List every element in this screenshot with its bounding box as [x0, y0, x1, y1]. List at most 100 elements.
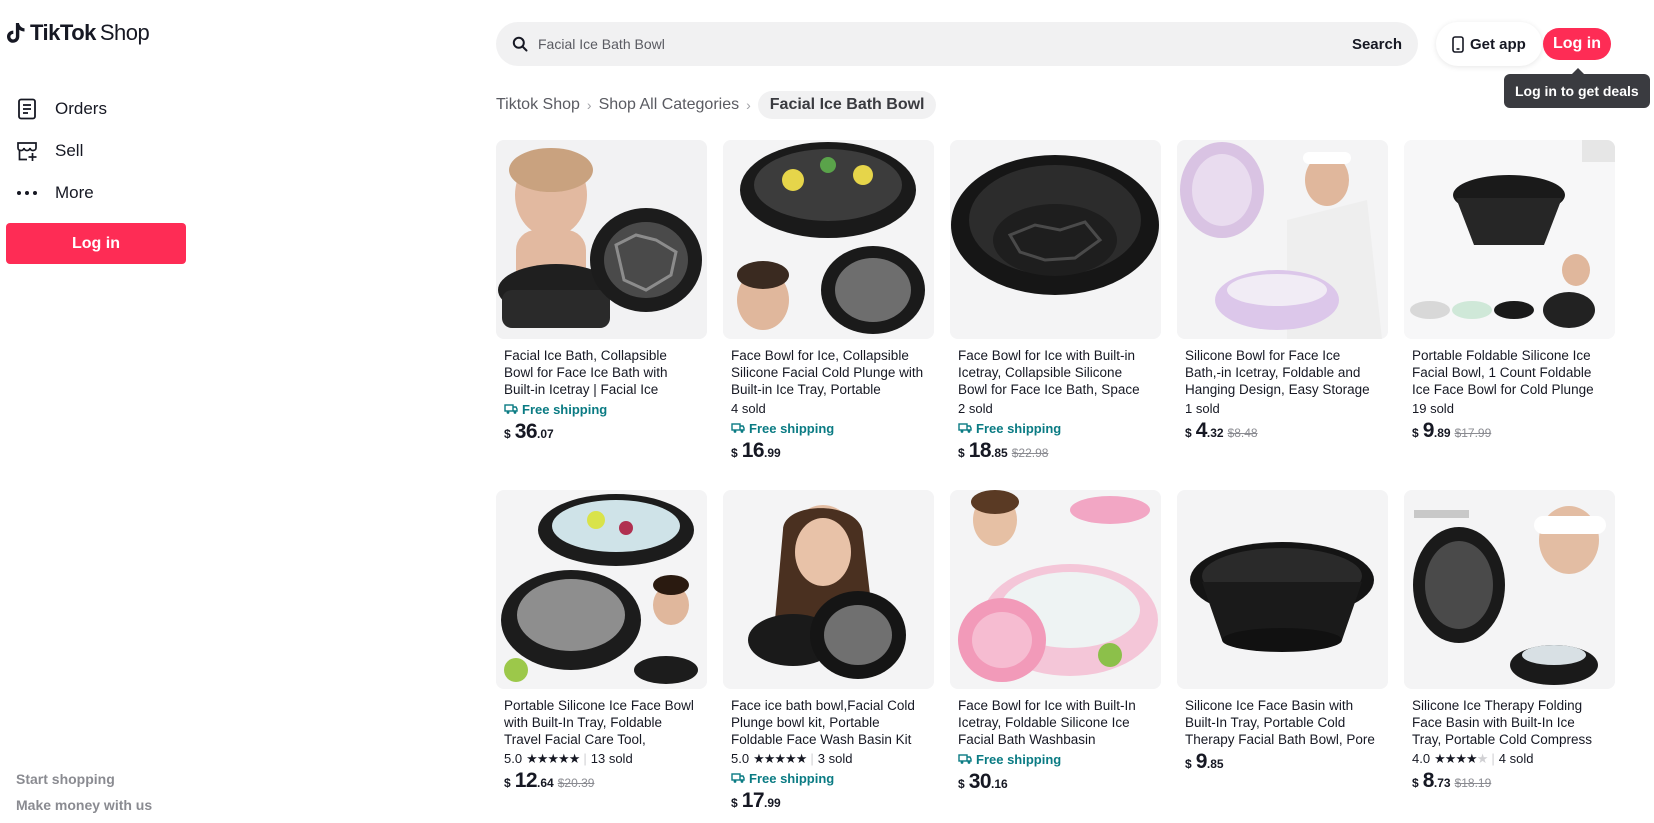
sold-label: 13 sold [590, 751, 633, 766]
currency-symbol: $ [1412, 426, 1419, 440]
price-whole: 16 [741, 439, 765, 462]
sold-label: 1 sold [1185, 401, 1220, 416]
original-price: $17.99 [1454, 426, 1492, 440]
rating-row: 5.0 ★★★★★ | 13 sold [504, 750, 699, 767]
breadcrumb-current: Facial Ice Bath Bowl [757, 91, 937, 119]
product-price: $36.07 [504, 420, 699, 444]
sidebar-item-label: Orders [55, 99, 107, 118]
breadcrumb-tiktok-shop[interactable]: Tiktok Shop [496, 96, 580, 114]
product-price: $9.89 $17.99 [1412, 419, 1607, 443]
chevron-right-icon: › [586, 97, 592, 113]
sold-label: 4 sold [731, 401, 766, 416]
sold-label: 3 sold [817, 751, 853, 766]
footer-link-start-shopping[interactable]: Start shopping [16, 766, 152, 792]
product-card[interactable]: Face Bowl for Ice with Built-In Icetray,… [950, 490, 1161, 794]
tiktok-logo-icon [7, 23, 25, 43]
product-card[interactable]: Silicone Bowl for Face Ice Bath,-in Icet… [1177, 140, 1388, 443]
search-input[interactable] [538, 36, 1352, 52]
product-image [1404, 490, 1615, 689]
divider: | [1491, 751, 1495, 766]
sold-label: 4 sold [1498, 751, 1534, 766]
original-price: $18.19 [1454, 776, 1492, 790]
search-button[interactable]: Search [1352, 36, 1402, 53]
price-cents: .99 [764, 446, 781, 460]
product-card[interactable]: Face Bowl for Ice with Built-in Icetray,… [950, 140, 1161, 463]
product-title: Face Bowl for Ice with Built-in Icetray,… [958, 348, 1140, 397]
sidebar-login-button[interactable]: Log in [6, 223, 186, 264]
product-card[interactable]: Face Bowl for Ice, Collapsible Silicone … [723, 140, 934, 463]
product-image [496, 140, 707, 339]
product-price: $30.16 [958, 770, 1153, 794]
header-login-button[interactable]: Log in [1543, 28, 1611, 60]
get-app-button[interactable]: Get app [1436, 22, 1542, 66]
product-card[interactable]: Silicone Ice Face Basin with Built-In Tr… [1177, 490, 1388, 774]
product-image [723, 140, 934, 339]
star-rating-icon: ★★★★★ [1434, 750, 1488, 766]
original-price: $22.98 [1011, 446, 1049, 460]
sidebar-footer: Start shopping Make money with us [16, 766, 152, 818]
price-whole: 9 [1195, 750, 1208, 773]
price-cents: .89 [1433, 426, 1451, 440]
product-title: Silicone Ice Therapy Folding Face Basin … [1412, 698, 1593, 747]
product-image [1404, 140, 1615, 339]
sidebar-item-sell[interactable]: Sell [16, 130, 107, 172]
price-cents: .73 [1433, 776, 1451, 790]
tiktok-shop-logo[interactable]: TikTok Shop [6, 20, 150, 46]
footer-link-make-money[interactable]: Make money with us [16, 792, 152, 818]
product-image [496, 490, 707, 689]
brand-suffix: Shop [99, 20, 150, 45]
product-title: Portable Silicone Ice Face Bowl with Bui… [504, 698, 694, 747]
price-cents: .99 [764, 796, 781, 810]
sidebar-item-more[interactable]: More [16, 172, 107, 214]
star-rating-icon: ★★★★★ [526, 750, 580, 766]
product-title: Portable Foldable Silicone Ice Facial Bo… [1412, 348, 1594, 397]
product-card[interactable]: Face ice bath bowl,Facial Cold Plunge bo… [723, 490, 934, 813]
price-whole: 17 [741, 789, 765, 812]
breadcrumb: Tiktok Shop › Shop All Categories › Faci… [496, 91, 937, 119]
price-whole: 30 [968, 770, 992, 793]
truck-icon [731, 773, 745, 783]
free-shipping-badge: Free shipping [958, 750, 1153, 768]
rating-row: 4.0 ★★★★★ | 4 sold [1412, 750, 1607, 767]
currency-symbol: $ [1185, 426, 1192, 440]
free-shipping-label: Free shipping [522, 401, 608, 417]
product-image [950, 490, 1161, 689]
price-cents: .16 [991, 777, 1008, 791]
product-title: Silicone Ice Face Basin with Built-In Tr… [1185, 698, 1375, 747]
free-shipping-badge: Free shipping [504, 400, 699, 418]
currency-symbol: $ [1185, 757, 1192, 771]
breadcrumb-all-categories[interactable]: Shop All Categories [599, 96, 740, 114]
sold-count: 1 sold [1185, 400, 1380, 417]
original-price: $8.48 [1227, 426, 1258, 440]
sold-label: 19 sold [1412, 401, 1454, 416]
free-shipping-badge: Free shipping [731, 769, 926, 787]
rating-value: 5.0 [731, 751, 750, 766]
free-shipping-label: Free shipping [749, 770, 835, 786]
product-title: Face Bowl for Ice with Built-In Icetray,… [958, 698, 1136, 747]
sidebar-nav: Orders Sell More [16, 88, 107, 214]
price-whole: 12 [514, 769, 538, 792]
price-whole: 18 [968, 439, 992, 462]
product-card[interactable]: Facial Ice Bath, Collapsible Bowl for Fa… [496, 140, 707, 444]
sidebar-item-label: More [55, 183, 94, 202]
sidebar-item-orders[interactable]: Orders [16, 88, 107, 130]
product-price: $17.99 [731, 789, 926, 813]
free-shipping-label: Free shipping [749, 420, 835, 436]
sold-count: 19 sold [1412, 400, 1607, 417]
product-card[interactable]: Portable Foldable Silicone Ice Facial Bo… [1404, 140, 1615, 443]
price-whole: 36 [514, 420, 538, 443]
star-rating-icon: ★★★★★ [753, 750, 807, 766]
product-price: $4.32 $8.48 [1185, 419, 1380, 443]
product-card[interactable]: Portable Silicone Ice Face Bowl with Bui… [496, 490, 707, 793]
price-whole: 4 [1195, 419, 1208, 442]
product-title: Facial Ice Bath, Collapsible Bowl for Fa… [504, 348, 668, 397]
currency-symbol: $ [958, 446, 965, 460]
free-shipping-label: Free shipping [976, 420, 1062, 436]
price-cents: .85 [1206, 757, 1224, 771]
rating-value: 4.0 [1412, 751, 1431, 766]
store-add-icon [16, 140, 38, 162]
product-card[interactable]: Silicone Ice Therapy Folding Face Basin … [1404, 490, 1615, 793]
currency-symbol: $ [731, 796, 738, 810]
brand-name: TikTok [30, 20, 96, 45]
sidebar: TikTok Shop Orders Sell More Log in Star… [0, 0, 200, 823]
